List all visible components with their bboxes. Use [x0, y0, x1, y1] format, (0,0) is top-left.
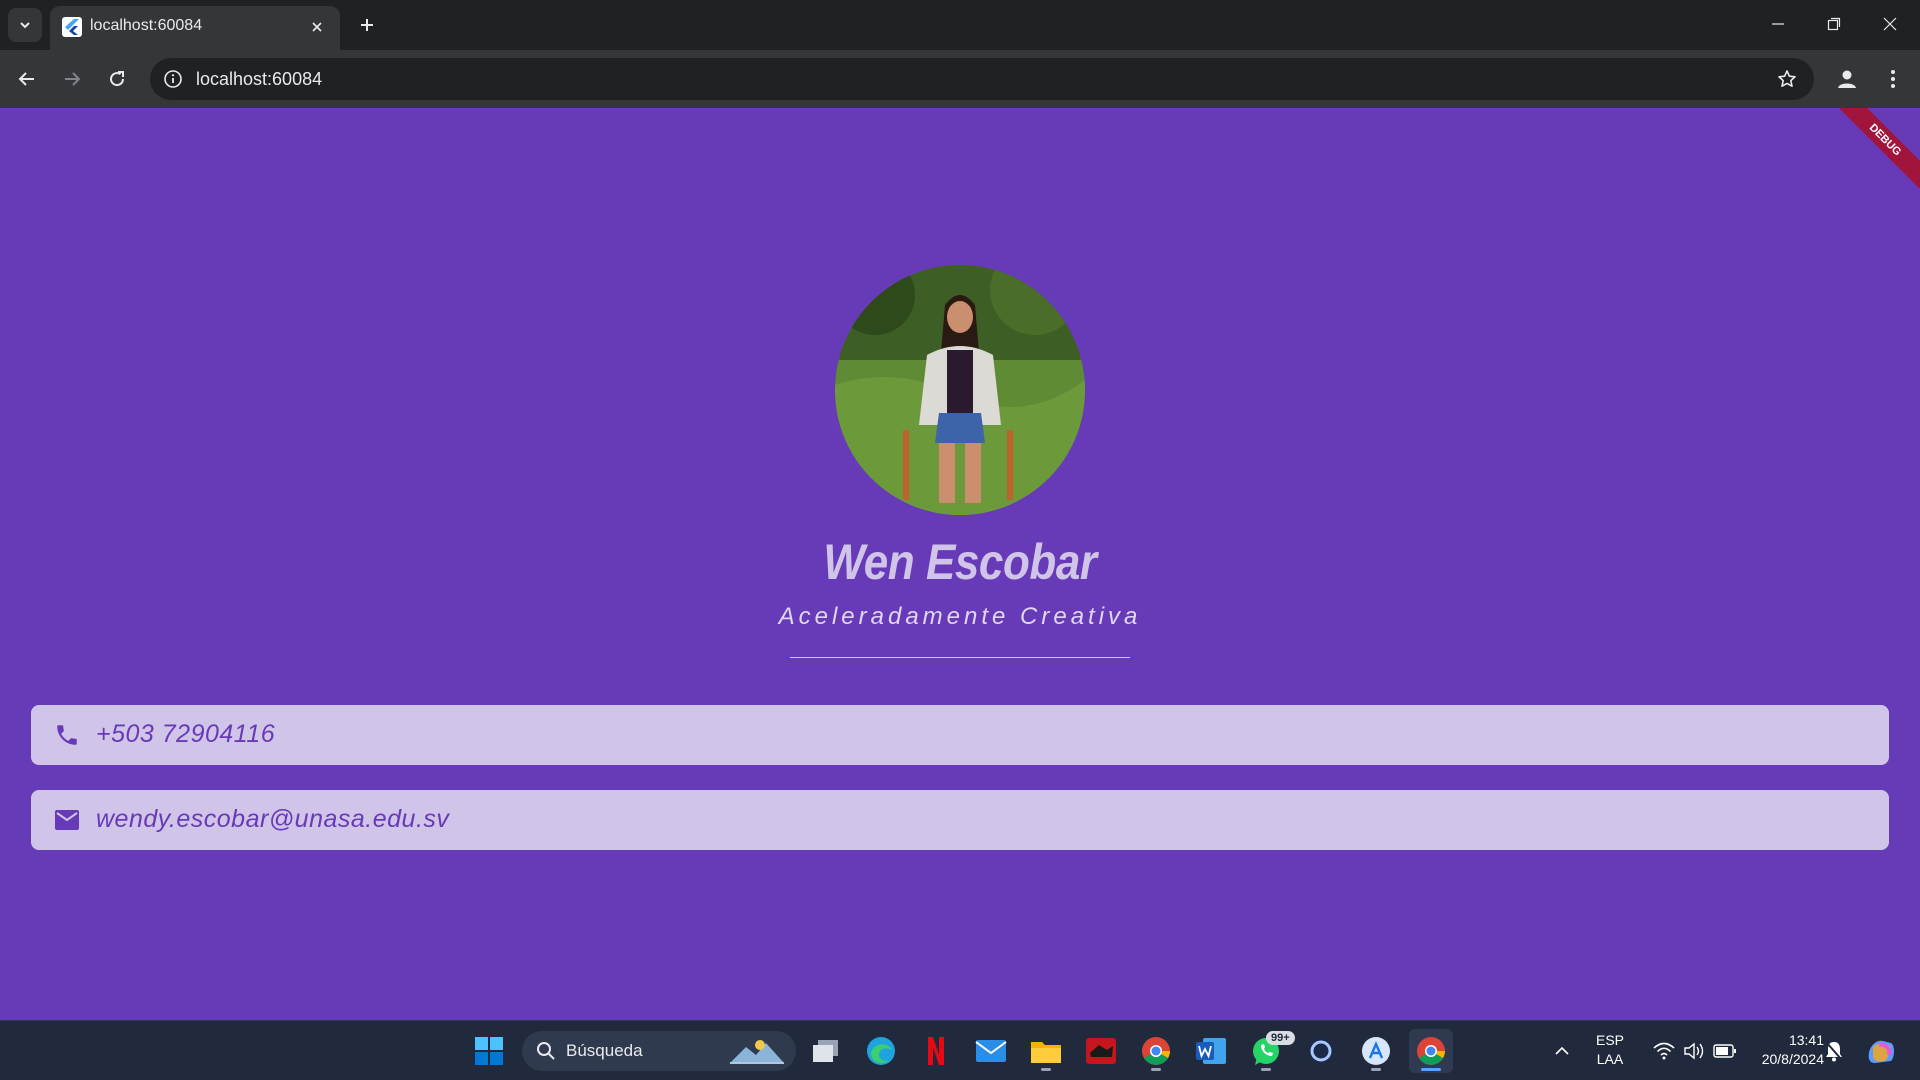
start-button[interactable] [467, 1029, 511, 1073]
close-icon [1883, 17, 1897, 31]
keyboard-layout: LAA [1596, 1051, 1624, 1067]
taskbar-mail[interactable] [969, 1029, 1013, 1073]
minimize-icon [1772, 23, 1784, 25]
tab-title: localhost:60084 [90, 17, 203, 34]
browser-toolbar: localhost:60084 [0, 50, 1920, 108]
taskbar-search[interactable]: Búsqueda [522, 1031, 796, 1071]
notification-badge: 99+ [1266, 1031, 1295, 1045]
chevron-down-icon [20, 22, 30, 29]
browser-tab-strip: localhost:60084 [0, 0, 1920, 50]
site-info-button[interactable] [160, 66, 186, 92]
chevron-up-icon [1555, 1046, 1569, 1055]
reload-icon [110, 71, 125, 87]
language-code: ESP [1595, 1032, 1624, 1048]
restore-icon [1827, 17, 1841, 31]
reload-button[interactable] [100, 62, 134, 96]
running-indicator [1041, 1068, 1051, 1071]
back-button[interactable] [10, 62, 44, 96]
forward-button[interactable] [55, 62, 89, 96]
copilot-button[interactable] [1858, 1029, 1904, 1073]
taskbar-chrome[interactable] [1409, 1029, 1453, 1073]
mail-icon [53, 806, 81, 834]
show-hidden-icons-button[interactable] [1540, 1029, 1584, 1073]
address-bar[interactable]: localhost:60084 [150, 58, 1814, 100]
windows-logo-icon [475, 1037, 503, 1065]
divider [790, 657, 1130, 658]
browser-tab[interactable]: localhost:60084 [50, 6, 340, 50]
phone-card[interactable]: +503 72904116 [31, 705, 1889, 765]
word-icon [1196, 1038, 1226, 1064]
bookmark-button[interactable] [1774, 66, 1800, 92]
close-icon [312, 22, 322, 32]
taskbar-file-explorer[interactable] [1024, 1029, 1068, 1073]
clock-date: 20/8/2024 [1761, 1051, 1824, 1067]
tab-search-button[interactable] [8, 8, 42, 42]
flutter-favicon-icon [62, 17, 82, 37]
volume-icon [1684, 1042, 1704, 1060]
taskbar-app-store[interactable] [1354, 1029, 1398, 1073]
taskbar-chrome-profile[interactable] [1134, 1029, 1178, 1073]
notifications-button[interactable] [1814, 1029, 1854, 1073]
running-indicator [1421, 1068, 1441, 1071]
plus-icon [361, 19, 373, 31]
edge-icon [867, 1037, 895, 1065]
ring-app-icon [1308, 1038, 1334, 1064]
folder-icon [1031, 1042, 1061, 1063]
task-view-icon [813, 1040, 838, 1062]
profile-avatar [835, 265, 1085, 515]
minimize-button[interactable] [1750, 0, 1806, 48]
phone-number: +503 72904116 [96, 720, 276, 748]
info-icon [164, 70, 182, 88]
search-highlight-icon [730, 1040, 784, 1064]
search-icon [537, 1042, 555, 1060]
email-card[interactable]: wendy.escobar@unasa.edu.sv [31, 790, 1889, 850]
network-volume-battery[interactable] [1640, 1029, 1750, 1073]
bell-icon [1826, 1042, 1842, 1062]
profile-tagline: Aceleradamente Creativa [778, 603, 1142, 630]
chrome-icon [1142, 1037, 1170, 1065]
profile-name: Wen Escobar [823, 534, 1097, 590]
taskbar-app-red[interactable] [1079, 1029, 1123, 1073]
copilot-icon [1868, 1040, 1894, 1063]
star-icon [1778, 70, 1796, 87]
clock-time: 13:41 [1788, 1032, 1824, 1048]
battery-icon [1713, 1044, 1736, 1058]
language-indicator[interactable]: ESP LAA [1590, 1031, 1630, 1069]
wifi-icon [1653, 1042, 1675, 1060]
app-tile-icon [1086, 1038, 1116, 1064]
running-indicator [1261, 1068, 1271, 1071]
url-text[interactable]: localhost:60084 [196, 69, 322, 90]
profile-button[interactable] [1830, 62, 1864, 96]
arrow-right-icon [65, 72, 81, 86]
email-address: wendy.escobar@unasa.edu.sv [96, 805, 450, 833]
taskbar: Búsqueda 99+ ESP LAA 13:41 20/8/2024 [0, 1020, 1920, 1080]
more-vertical-icon [1891, 70, 1895, 88]
taskbar-cortana[interactable] [1299, 1029, 1343, 1073]
clock[interactable]: 13:41 20/8/2024 [1742, 1031, 1824, 1069]
app-store-icon [1362, 1037, 1390, 1065]
window-close-button[interactable] [1862, 0, 1918, 48]
debug-banner: DEBUG [1840, 108, 1920, 188]
taskbar-edge[interactable] [859, 1029, 903, 1073]
netflix-icon [928, 1037, 944, 1065]
user-icon [1838, 70, 1856, 88]
running-indicator [1151, 1068, 1161, 1071]
chrome-icon [1417, 1037, 1445, 1065]
taskbar-whatsapp[interactable]: 99+ [1244, 1029, 1295, 1073]
debug-label: DEBUG [1840, 108, 1920, 188]
mail-app-icon [975, 1040, 1007, 1062]
arrow-left-icon [18, 72, 34, 86]
taskbar-task-view[interactable] [804, 1029, 848, 1073]
taskbar-word[interactable] [1189, 1029, 1233, 1073]
search-placeholder: Búsqueda [566, 1041, 643, 1060]
browser-menu-button[interactable] [1876, 62, 1910, 96]
running-indicator [1371, 1068, 1381, 1071]
taskbar-netflix[interactable] [914, 1029, 958, 1073]
new-tab-button[interactable] [350, 8, 384, 42]
restore-button[interactable] [1806, 0, 1862, 48]
phone-icon [53, 721, 81, 749]
tab-close-button[interactable] [304, 14, 330, 40]
